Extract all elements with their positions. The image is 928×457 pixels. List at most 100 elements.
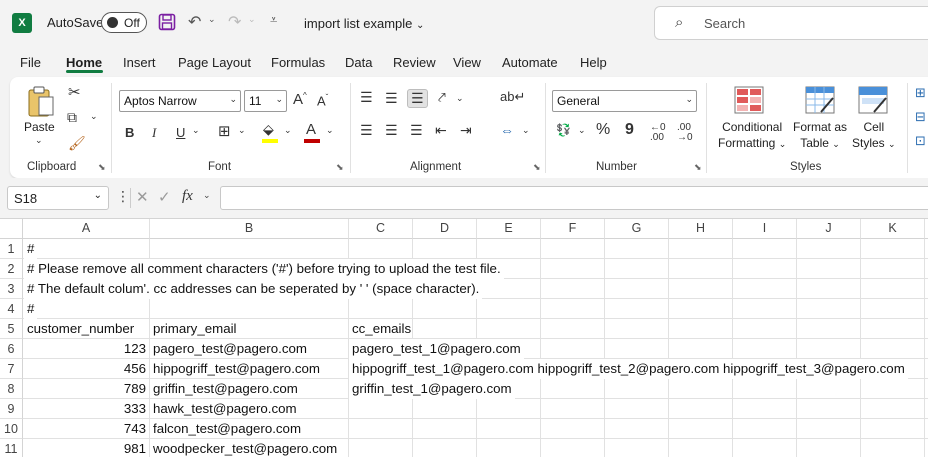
- autosave-toggle[interactable]: Off: [101, 12, 147, 33]
- number-launcher-icon[interactable]: ⬊: [694, 162, 702, 173]
- cell-a11[interactable]: 981: [24, 439, 149, 457]
- percent-style-button[interactable]: %: [596, 121, 610, 139]
- cell-a2[interactable]: # Please remove all comment characters (…: [24, 259, 504, 279]
- row-header-2[interactable]: 2: [0, 259, 23, 279]
- row-header-4[interactable]: 4: [0, 299, 23, 319]
- cell-a6[interactable]: 123: [24, 339, 149, 359]
- align-right-icon[interactable]: ☰: [410, 122, 423, 139]
- cell-a10[interactable]: 743: [24, 419, 149, 439]
- fill-color-icon[interactable]: ⬙: [263, 121, 274, 138]
- row-header-1[interactable]: 1: [0, 239, 23, 259]
- row-header-3[interactable]: 3: [0, 279, 23, 299]
- column-header-b[interactable]: B: [150, 219, 349, 239]
- document-title[interactable]: import list example ⌄: [304, 16, 424, 31]
- align-center-icon[interactable]: ☰: [385, 122, 398, 139]
- row-header-11[interactable]: 11: [0, 439, 23, 457]
- row-header-6[interactable]: 6: [0, 339, 23, 359]
- format-cells-icon[interactable]: ⊡: [915, 133, 926, 149]
- confirm-entry-icon[interactable]: ✓: [158, 188, 171, 206]
- align-bottom-icon[interactable]: ☰: [407, 89, 428, 108]
- borders-icon[interactable]: ⊞: [218, 122, 231, 140]
- accounting-dropdown-icon[interactable]: ⌄: [578, 125, 586, 136]
- merge-center-icon[interactable]: ⇔: [500, 122, 514, 138]
- bold-button[interactable]: B: [125, 125, 134, 140]
- cell-a3[interactable]: # The default colum'. cc addresses can b…: [24, 279, 483, 299]
- cancel-entry-icon[interactable]: ✕: [136, 188, 149, 206]
- paste-dropdown-icon[interactable]: ⌄: [35, 135, 43, 146]
- cell-a5[interactable]: customer_number: [24, 319, 137, 339]
- increase-indent-icon[interactable]: ⇥: [460, 122, 472, 139]
- comma-style-button[interactable]: 9: [625, 121, 634, 139]
- number-format-select[interactable]: General ⌄: [552, 90, 697, 112]
- increase-font-icon[interactable]: A^: [293, 91, 307, 108]
- column-header-e[interactable]: E: [477, 219, 541, 239]
- row-header-9[interactable]: 9: [0, 399, 23, 419]
- format-as-table-icon[interactable]: [805, 86, 835, 114]
- format-as-table-button[interactable]: Format as Table ⌄: [793, 119, 847, 152]
- select-all-corner[interactable]: [0, 219, 23, 239]
- redo-icon[interactable]: ↷: [228, 12, 241, 32]
- row-header-10[interactable]: 10: [0, 419, 23, 439]
- name-box[interactable]: S18 ⌄: [7, 186, 109, 210]
- cell-c6[interactable]: pagero_test_1@pagero.com: [349, 339, 524, 359]
- font-launcher-icon[interactable]: ⬊: [336, 162, 344, 173]
- column-header-h[interactable]: H: [669, 219, 733, 239]
- cell-a8[interactable]: 789: [24, 379, 149, 399]
- cell-b6[interactable]: pagero_test@pagero.com: [150, 339, 310, 359]
- cut-icon[interactable]: ✂: [68, 83, 81, 101]
- accounting-format-icon[interactable]: 💱: [556, 123, 571, 137]
- cell-a9[interactable]: 333: [24, 399, 149, 419]
- column-header-j[interactable]: J: [797, 219, 861, 239]
- cell-b9[interactable]: hawk_test@pagero.com: [150, 399, 300, 419]
- row-header-7[interactable]: 7: [0, 359, 23, 379]
- increase-decimal-icon[interactable]: ←0.00: [650, 123, 666, 143]
- tab-view[interactable]: View: [453, 55, 481, 70]
- save-icon[interactable]: [158, 13, 176, 31]
- undo-icon[interactable]: ↶: [188, 12, 201, 32]
- paste-label[interactable]: Paste: [24, 120, 55, 134]
- format-painter-icon[interactable]: 🖌: [68, 135, 86, 152]
- copy-dropdown-icon[interactable]: ⌄: [90, 111, 98, 122]
- tab-review[interactable]: Review: [393, 55, 436, 70]
- cell-c5[interactable]: cc_emails: [349, 319, 414, 339]
- tab-insert[interactable]: Insert: [123, 55, 156, 70]
- customize-toolbar-icon[interactable]: ⩡: [270, 12, 277, 28]
- cell-b5[interactable]: primary_email: [150, 319, 240, 339]
- cell-c8[interactable]: griffin_test_1@pagero.com: [349, 379, 515, 399]
- cell-b11[interactable]: woodpecker_test@pagero.com: [150, 439, 340, 457]
- insert-cells-icon[interactable]: ⊞: [915, 85, 926, 101]
- merge-dropdown-icon[interactable]: ⌄: [522, 125, 530, 136]
- conditional-formatting-icon[interactable]: [734, 86, 764, 114]
- borders-dropdown-icon[interactable]: ⌄: [238, 125, 246, 136]
- column-header-f[interactable]: F: [541, 219, 605, 239]
- decrease-decimal-icon[interactable]: .00 →0: [677, 123, 693, 143]
- copy-icon[interactable]: ⧉: [67, 109, 77, 126]
- cell-a4[interactable]: #: [24, 299, 38, 319]
- tab-home[interactable]: Home: [66, 55, 102, 70]
- cell-b7[interactable]: hippogriff_test@pagero.com: [150, 359, 323, 379]
- tab-file[interactable]: File: [20, 55, 41, 70]
- redo-dropdown-icon[interactable]: ⌄: [248, 14, 256, 25]
- spreadsheet-grid[interactable]: A B C D E F G H I J K 1 2 3 4 5 6 7 8 9 …: [0, 218, 928, 457]
- column-header-g[interactable]: G: [605, 219, 669, 239]
- cell-styles-icon[interactable]: [858, 86, 888, 114]
- tab-data[interactable]: Data: [345, 55, 372, 70]
- column-header-c[interactable]: C: [349, 219, 413, 239]
- orientation-icon[interactable]: ⤤: [438, 89, 446, 106]
- clipboard-launcher-icon[interactable]: ⬊: [98, 162, 106, 173]
- formula-input[interactable]: [220, 186, 928, 210]
- italic-button[interactable]: I: [152, 125, 156, 141]
- underline-button[interactable]: U: [176, 125, 185, 140]
- row-header-5[interactable]: 5: [0, 319, 23, 339]
- font-size-select[interactable]: 11 ⌄: [244, 90, 287, 112]
- column-header-d[interactable]: D: [413, 219, 477, 239]
- tab-page-layout[interactable]: Page Layout: [178, 55, 251, 70]
- fx-dropdown-icon[interactable]: ⌄: [203, 190, 211, 201]
- align-middle-icon[interactable]: ☰: [385, 90, 398, 107]
- cell-b8[interactable]: griffin_test@pagero.com: [150, 379, 301, 399]
- alignment-launcher-icon[interactable]: ⬊: [533, 162, 541, 173]
- undo-dropdown-icon[interactable]: ⌄: [208, 14, 216, 25]
- font-name-select[interactable]: Aptos Narrow ⌄: [119, 90, 241, 112]
- tab-help[interactable]: Help: [580, 55, 607, 70]
- tab-formulas[interactable]: Formulas: [271, 55, 325, 70]
